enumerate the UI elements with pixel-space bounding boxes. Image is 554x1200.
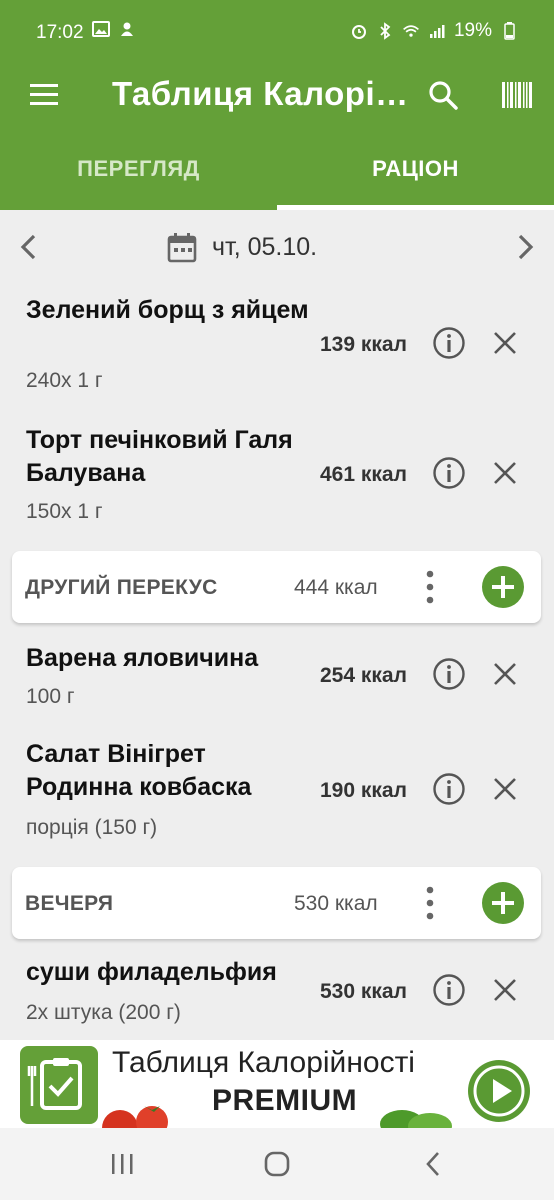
tab-bar: ПЕРЕГЛЯД РАЦІОН [0, 128, 554, 210]
banner-subtitle: PREMIUM [212, 1084, 358, 1117]
food-name: Варена яловичина [26, 644, 259, 672]
close-icon[interactable] [490, 659, 520, 689]
food-portion: 150x 1 г [26, 500, 103, 523]
tab-diet-label: РАЦІОН [372, 156, 459, 181]
tab-overview-label: ПЕРЕГЛЯД [77, 156, 200, 181]
food-name: суши филадельфия [26, 958, 277, 986]
food-kcal: 254 ккал [320, 664, 407, 687]
app-logo-icon [20, 1046, 98, 1124]
info-icon[interactable] [432, 657, 466, 691]
chevron-left-icon[interactable] [14, 232, 44, 262]
food-name: Салат Вінігрет Родинна ковбаска [26, 740, 252, 801]
battery-icon [500, 22, 518, 40]
food-item[interactable]: суши филадельфия 2x штука (200 г) 530 кк… [0, 946, 554, 1040]
add-food-button[interactable] [482, 882, 524, 924]
food-name: Зелений борщ з яйцем [26, 296, 309, 324]
food-portion: 240x 1 г [26, 369, 103, 392]
food-item[interactable]: Варена яловичина 100 г 254 ккал [0, 630, 554, 726]
food-item[interactable]: Салат Вінігрет Родинна ковбаска порція (… [0, 730, 554, 862]
selected-date[interactable]: чт, 05.10. [212, 233, 317, 262]
date-bar: чт, 05.10. [0, 210, 554, 286]
barcode-scanner-icon[interactable] [500, 78, 534, 112]
food-portion: 100 г [26, 685, 75, 708]
meal-section-kcal: 444 ккал [294, 576, 378, 599]
status-bar: 17:02 19% [0, 0, 554, 64]
back-icon[interactable] [418, 1148, 450, 1180]
status-time: 17:02 [36, 22, 84, 43]
wifi-icon [402, 22, 420, 40]
menu-icon[interactable] [28, 78, 60, 110]
info-icon[interactable] [432, 973, 466, 1007]
app-title: Таблиця Калорі… [112, 75, 409, 112]
tomato-image [92, 1092, 178, 1128]
calendar-icon[interactable] [166, 232, 198, 264]
food-name: Торт печінковий Галя Балувана [26, 426, 293, 487]
premium-banner[interactable]: Таблиця Калорійності PREMIUM [0, 1040, 554, 1128]
info-icon[interactable] [432, 456, 466, 490]
basil-image [378, 1098, 454, 1128]
food-portion: порція (150 г) [26, 816, 158, 839]
alarm-icon [350, 22, 368, 40]
banner-title: Таблиця Калорійності [112, 1046, 415, 1079]
meal-section-title: ДРУГИЙ ПЕРЕКУС [25, 576, 218, 599]
chevron-right-icon[interactable] [510, 232, 540, 262]
app-bar: Таблиця Калорі… [0, 64, 554, 128]
food-kcal: 139 ккал [320, 333, 407, 356]
image-icon [92, 20, 110, 38]
food-portion: 2x штука (200 г) [26, 1001, 181, 1024]
close-icon[interactable] [490, 975, 520, 1005]
notification-app-icon [118, 20, 136, 38]
tab-overview[interactable]: ПЕРЕГЛЯД [0, 128, 277, 210]
battery-percent: 19% [453, 20, 492, 41]
bluetooth-icon [376, 22, 394, 40]
search-icon[interactable] [426, 78, 460, 112]
food-item[interactable]: Зелений борщ з яйцем 240x 1 г 139 ккал [0, 286, 554, 414]
info-icon[interactable] [432, 772, 466, 806]
close-icon[interactable] [490, 774, 520, 804]
close-icon[interactable] [490, 328, 520, 358]
more-vert-icon[interactable] [416, 885, 444, 921]
food-kcal: 530 ккал [320, 980, 407, 1003]
meal-section-header[interactable]: ВЕЧЕРЯ 530 ккал [12, 867, 541, 939]
signal-icon [428, 22, 446, 40]
more-vert-icon[interactable] [416, 569, 444, 605]
close-icon[interactable] [490, 458, 520, 488]
meal-section-title: ВЕЧЕРЯ [25, 892, 114, 915]
meal-section-header[interactable]: ДРУГИЙ ПЕРЕКУС 444 ккал [12, 551, 541, 623]
add-food-button[interactable] [482, 566, 524, 608]
home-icon[interactable] [261, 1148, 293, 1180]
system-nav-bar [0, 1128, 554, 1200]
meal-section-kcal: 530 ккал [294, 892, 378, 915]
info-icon[interactable] [432, 326, 466, 360]
play-icon[interactable] [468, 1060, 530, 1122]
recent-apps-icon[interactable] [106, 1148, 138, 1180]
tab-diet[interactable]: РАЦІОН [277, 128, 554, 210]
food-item[interactable]: Торт печінковий Галя Балувана 150x 1 г 4… [0, 416, 554, 546]
food-kcal: 190 ккал [320, 779, 407, 802]
food-kcal: 461 ккал [320, 463, 407, 486]
